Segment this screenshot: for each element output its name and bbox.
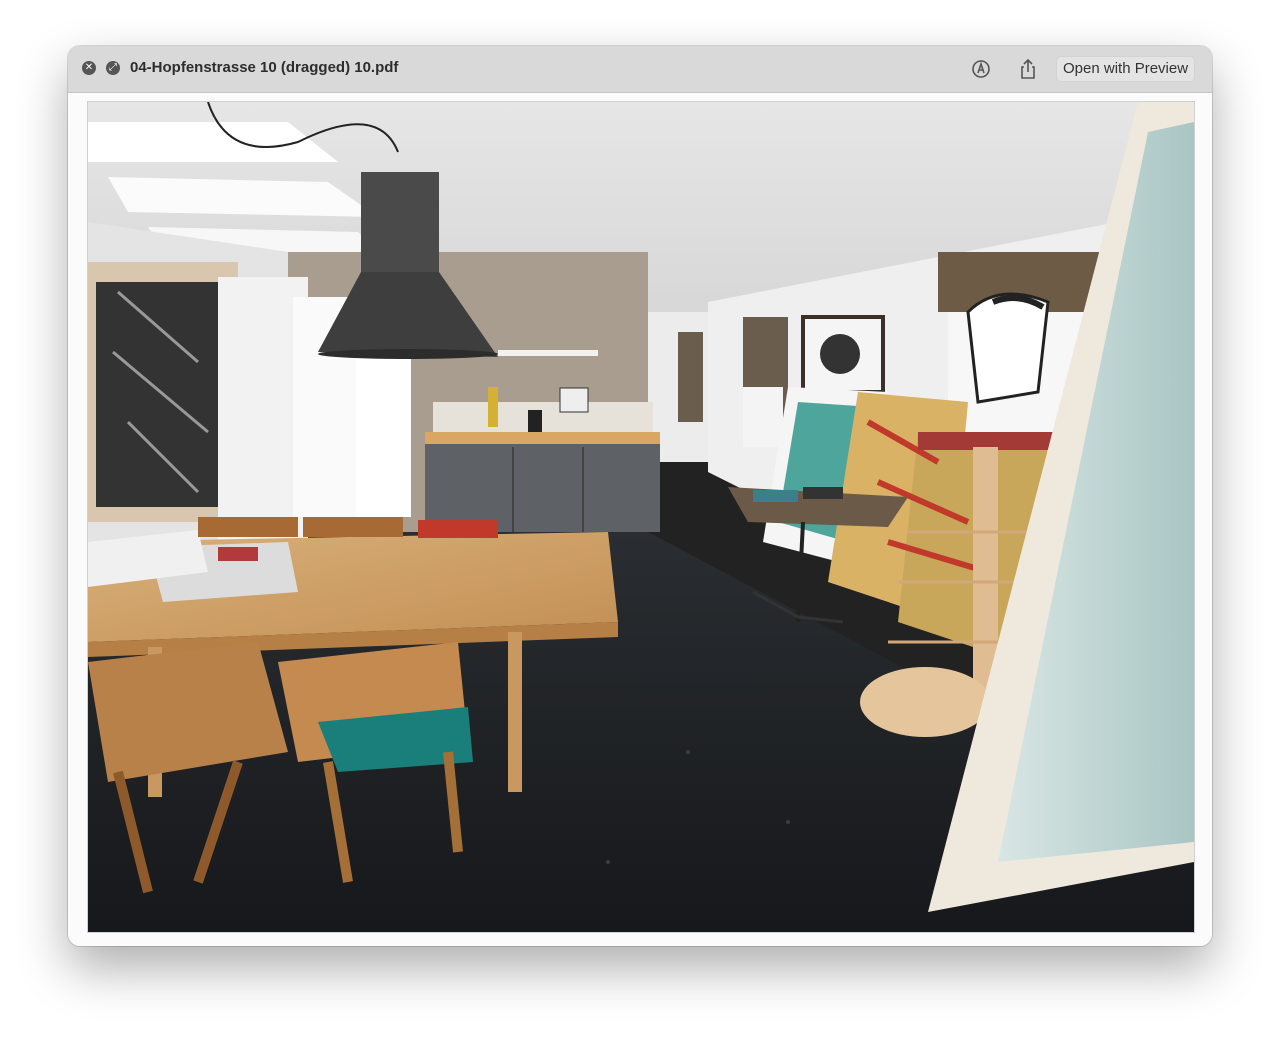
quicklook-window: ✕ ⤢ 04-Hopfenstrasse 10 (dragged) 10.pdf… <box>68 46 1212 946</box>
title-bar: ✕ ⤢ 04-Hopfenstrasse 10 (dragged) 10.pdf… <box>68 46 1212 93</box>
document-area <box>68 93 1212 946</box>
window-title: 04-Hopfenstrasse 10 (dragged) 10.pdf <box>130 59 399 76</box>
share-icon[interactable] <box>1017 58 1039 80</box>
open-with-preview-button[interactable]: Open with Preview <box>1056 56 1196 82</box>
office-photo-drawing <box>88 102 1194 932</box>
markup-icon[interactable] <box>970 58 992 80</box>
close-icon[interactable]: ✕ <box>82 61 96 75</box>
office-photo <box>87 101 1195 933</box>
fullscreen-icon[interactable]: ⤢ <box>106 61 120 75</box>
